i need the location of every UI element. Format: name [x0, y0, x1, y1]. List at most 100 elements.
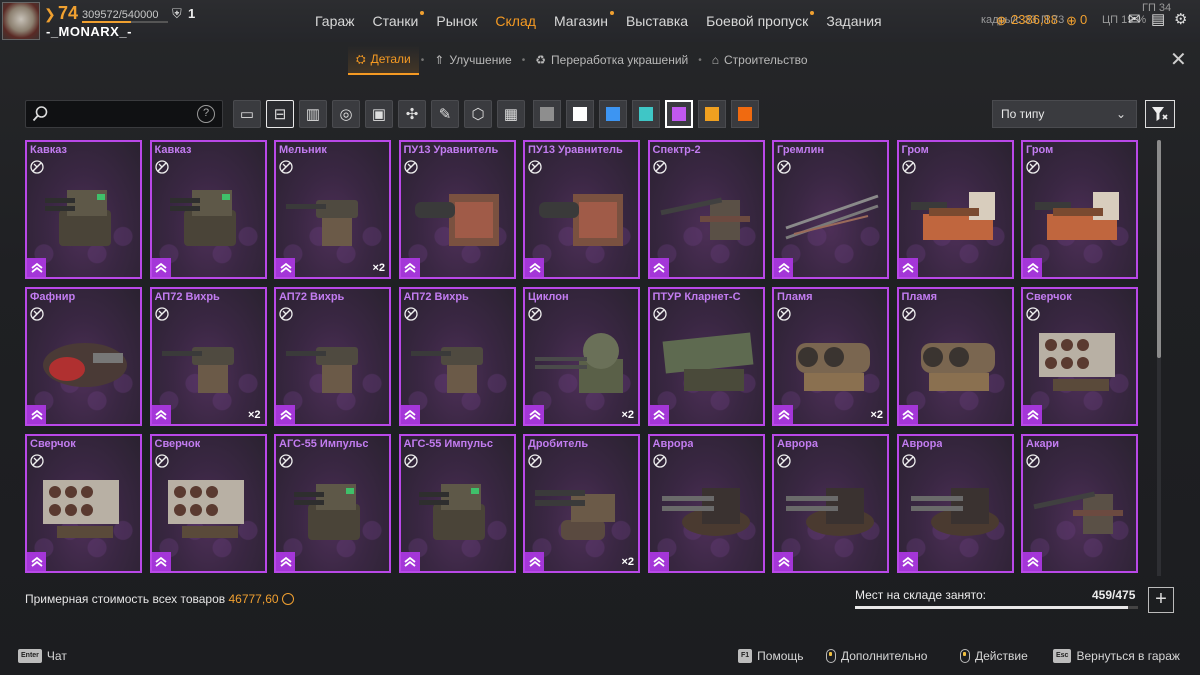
- item-name: Гром: [1026, 144, 1054, 156]
- search-box: ?: [25, 100, 223, 128]
- expand-storage-button[interactable]: +: [1148, 587, 1174, 613]
- mail-icon[interactable]: ✉: [1128, 10, 1141, 28]
- item-card[interactable]: ПУ13 Уравнитель: [398, 140, 516, 279]
- item-image: [786, 488, 874, 536]
- item-card[interactable]: АП72 Вихрь: [274, 287, 391, 426]
- item-card[interactable]: Акари: [1021, 434, 1138, 573]
- rarity-filter-5[interactable]: [698, 100, 726, 128]
- item-name: Аврора: [652, 438, 694, 450]
- category-filter-1[interactable]: ⊟: [266, 100, 294, 128]
- category-filter-0[interactable]: ▭: [233, 100, 261, 128]
- item-image: [286, 347, 358, 393]
- category-filter-4[interactable]: ▣: [365, 100, 393, 128]
- level-icon: ❯: [44, 6, 56, 22]
- item-card[interactable]: Аврора: [772, 434, 889, 573]
- subtab-label: Переработка украшений: [551, 53, 689, 67]
- category-filter-2[interactable]: ▥: [299, 100, 327, 128]
- rank-chevron-icon: [400, 405, 420, 424]
- scrollbar[interactable]: [1157, 140, 1161, 576]
- rank-chevron-icon: [27, 405, 46, 424]
- rarity-filter-6[interactable]: [731, 100, 759, 128]
- close-icon[interactable]: ✕: [1170, 47, 1187, 72]
- item-card[interactable]: Кавказ: [149, 140, 267, 279]
- subtab-2[interactable]: ♻ Переработка украшений: [527, 45, 696, 75]
- item-card[interactable]: Аврора: [647, 434, 765, 573]
- subtab-3[interactable]: ⌂ Строительство: [704, 45, 816, 75]
- avatar[interactable]: [2, 2, 40, 40]
- rarity-filter-3[interactable]: [632, 100, 660, 128]
- item-card[interactable]: Аврора: [896, 434, 1014, 573]
- category-filter-6[interactable]: ✎: [431, 100, 459, 128]
- hint-label: Вернуться в гараж: [1076, 649, 1180, 663]
- nav-tab-0[interactable]: Гараж: [306, 0, 364, 42]
- weapon-type-icon: [279, 307, 293, 321]
- item-card[interactable]: Кавказ: [25, 140, 142, 279]
- player-nickname: -_MONARX_-: [46, 24, 132, 39]
- nav-tab-4[interactable]: Магазин: [545, 0, 617, 42]
- item-name: Фафнир: [30, 291, 76, 303]
- item-card[interactable]: ПУ13 Уравнитель: [523, 140, 640, 279]
- item-name: Спектр-2: [652, 144, 701, 156]
- rarity-filter-2[interactable]: [599, 100, 627, 128]
- nav-tab-5[interactable]: Выставка: [617, 0, 697, 42]
- reset-filter-button[interactable]: [1145, 100, 1175, 128]
- weapon-type-icon: [154, 454, 169, 468]
- rank-chevron-icon: [649, 552, 669, 571]
- nav-tab-2[interactable]: Рынок: [427, 0, 486, 42]
- rarity-filter-0[interactable]: [533, 100, 561, 128]
- item-card[interactable]: Мельник ×2: [274, 140, 391, 279]
- category-filter-8[interactable]: ▦: [497, 100, 525, 128]
- item-card[interactable]: Сверчок: [1021, 287, 1138, 426]
- item-card[interactable]: Пламя ×2: [772, 287, 889, 426]
- subtab-0[interactable]: ⛭ Детали: [348, 45, 419, 75]
- hint-3[interactable]: Действие: [960, 649, 1028, 663]
- gear-icon[interactable]: ⚙: [1174, 10, 1187, 28]
- scrollbar-thumb[interactable]: [1157, 140, 1161, 358]
- item-name: Кавказ: [30, 144, 67, 156]
- item-card[interactable]: АП72 Вихрь: [398, 287, 516, 426]
- weapon-type-icon: [30, 160, 44, 174]
- hint-1[interactable]: F1 Помощь: [738, 649, 804, 663]
- rarity-filter-1[interactable]: [566, 100, 594, 128]
- item-card[interactable]: Гром: [896, 140, 1014, 279]
- item-card[interactable]: Фафнир: [25, 287, 142, 426]
- hint-label: Помощь: [757, 649, 804, 663]
- item-image: [1033, 491, 1123, 534]
- item-card[interactable]: Дробитель ×2: [523, 434, 640, 573]
- sort-select[interactable]: По типу ⌄: [992, 100, 1137, 128]
- item-card[interactable]: Пламя: [896, 287, 1014, 426]
- item-image: [910, 488, 999, 536]
- help-icon[interactable]: ?: [197, 105, 215, 123]
- item-card[interactable]: ПТУР Кларнет-С: [647, 287, 765, 426]
- category-filter-5[interactable]: ✣: [398, 100, 426, 128]
- category-filter-7[interactable]: ⬡: [464, 100, 492, 128]
- item-card[interactable]: Циклон ×2: [523, 287, 640, 426]
- item-image: [785, 194, 879, 240]
- rank-chevron-icon: [151, 552, 171, 571]
- nav-tab-7[interactable]: Задания: [817, 0, 890, 42]
- item-card[interactable]: АГС-55 Импульс: [398, 434, 516, 573]
- item-card[interactable]: АГС-55 Импульс: [274, 434, 391, 573]
- weapon-type-icon: [528, 307, 542, 321]
- nav-tab-3[interactable]: Склад: [486, 0, 545, 42]
- hint-4[interactable]: Esc Вернуться в гараж: [1053, 649, 1180, 663]
- item-card[interactable]: Сверчок: [25, 434, 142, 573]
- item-card[interactable]: АП72 Вихрь ×2: [149, 287, 267, 426]
- rank-chevron-icon: [400, 258, 420, 277]
- item-card[interactable]: Гром: [1021, 140, 1138, 279]
- nav-tab-6[interactable]: Боевой пропуск: [697, 0, 817, 42]
- item-card[interactable]: Спектр-2: [647, 140, 765, 279]
- category-filter-3[interactable]: ◎: [332, 100, 360, 128]
- item-card[interactable]: Сверчок: [149, 434, 267, 573]
- xp-progress-fill: [82, 21, 132, 23]
- rarity-filter-4[interactable]: [665, 100, 693, 128]
- nav-tab-1[interactable]: Станки: [364, 0, 428, 42]
- hint-2[interactable]: Дополнительно: [826, 649, 927, 663]
- item-image: [414, 194, 499, 246]
- item-card[interactable]: Гремлин: [772, 140, 889, 279]
- hint-0[interactable]: Enter Чат: [18, 649, 67, 663]
- search-input[interactable]: [52, 105, 192, 125]
- subtab-1[interactable]: ⇑ Улучшение: [426, 45, 519, 75]
- chat-icon[interactable]: ▤: [1151, 10, 1165, 28]
- hint-label: Дополнительно: [841, 649, 928, 663]
